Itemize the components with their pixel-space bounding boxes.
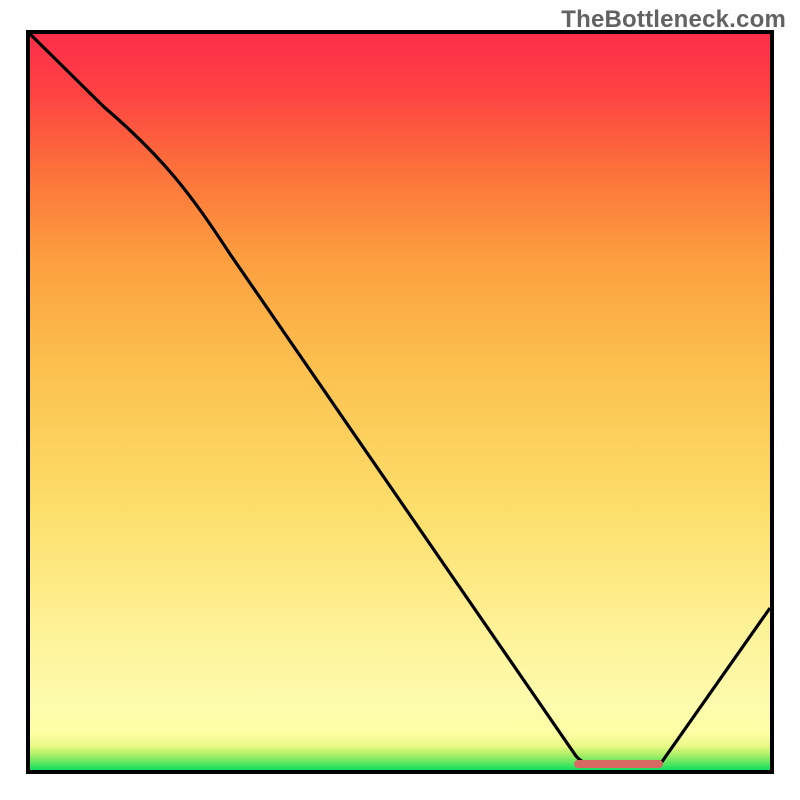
plot-area (30, 34, 770, 770)
watermark-text: TheBottleneck.com (561, 6, 786, 34)
line-layer (30, 34, 770, 770)
chart-container: TheBottleneck.com (0, 0, 800, 800)
optimal-range-marker (574, 760, 663, 768)
plot-frame (26, 30, 774, 774)
bottleneck-curve (30, 34, 770, 766)
